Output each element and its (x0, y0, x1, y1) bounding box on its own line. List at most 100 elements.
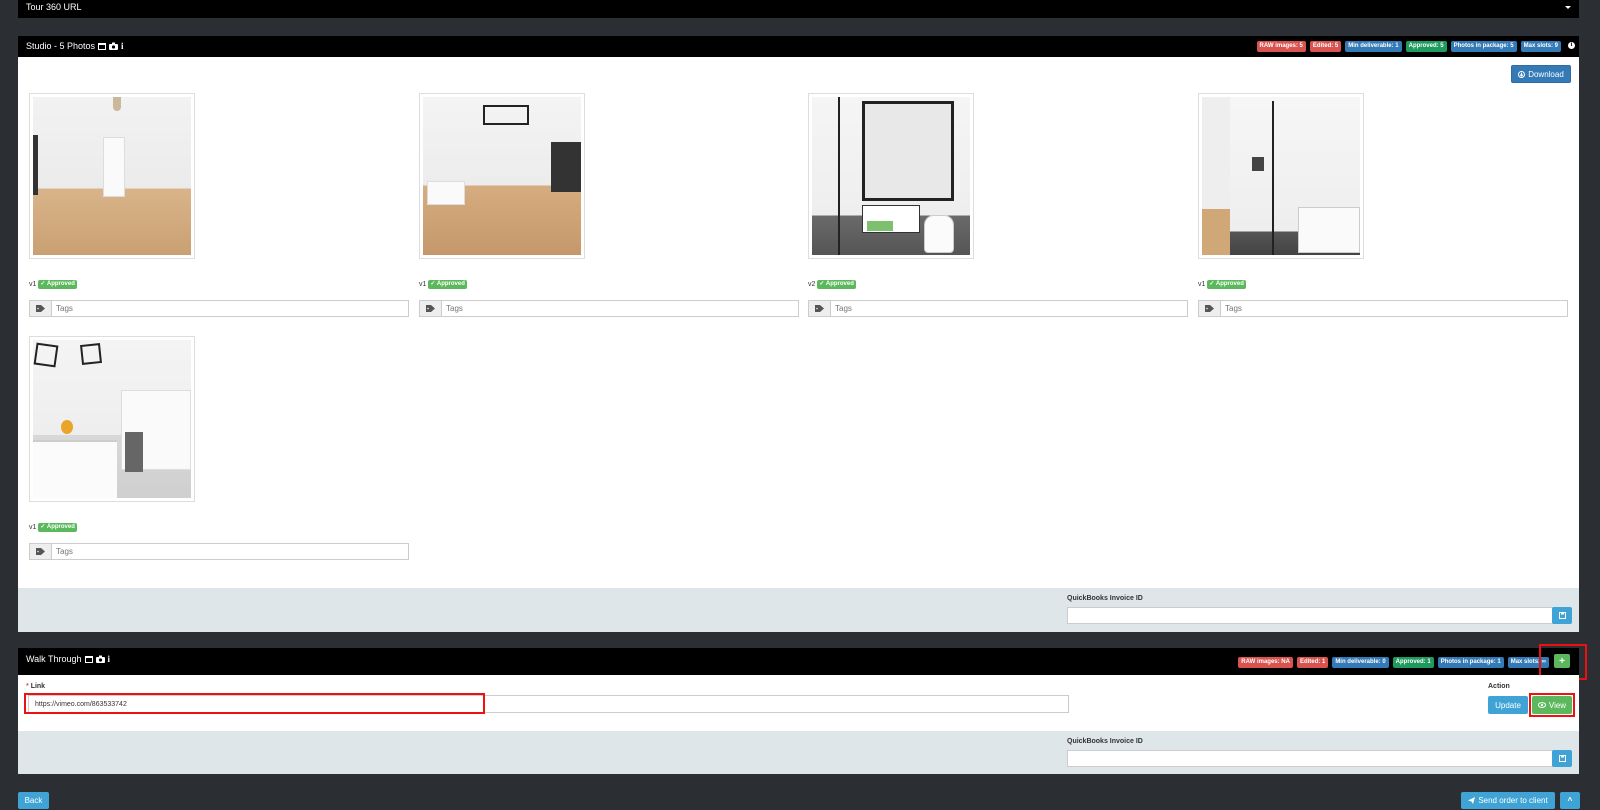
highlight-box-view (1529, 693, 1575, 717)
calendar-icon (98, 43, 107, 50)
calendar-icon (84, 656, 93, 663)
highlight-box-link (24, 693, 485, 714)
camera-icon (95, 655, 105, 663)
action-label: Action (1488, 683, 1510, 690)
info-icon[interactable]: i (121, 36, 124, 56)
download-button[interactable]: Download (1511, 65, 1571, 83)
camera-icon (109, 42, 119, 50)
back-button[interactable]: Back (18, 792, 49, 809)
photo-thumbnail[interactable] (29, 336, 195, 502)
tags-input[interactable] (52, 544, 408, 559)
approved-badge: ✓ Approved (38, 280, 77, 289)
tags-field (29, 300, 409, 317)
photo-version: v1 ✓ Approved (29, 280, 77, 289)
badge-photos-in-package: Photos in package: 5 (1450, 41, 1517, 52)
studio-title: Studio - 5 Photos i (26, 36, 124, 56)
photo-thumbnail[interactable] (419, 93, 585, 259)
approved-text: Approved (825, 281, 854, 287)
badge-raw-images: RAW images: 5 (1256, 41, 1306, 52)
photo-version: v1 ✓ Approved (29, 523, 77, 532)
tags-field (1198, 300, 1568, 317)
version-text: v2 (808, 281, 816, 288)
approved-badge: ✓ Approved (1207, 280, 1246, 289)
approved-badge: ✓ Approved (817, 280, 856, 289)
quickbooks-label: QuickBooks Invoice ID (1067, 738, 1143, 745)
required-mark: * (26, 683, 29, 690)
info-icon[interactable]: i (108, 648, 111, 670)
tag-icon (1199, 301, 1221, 316)
tag-icon (809, 301, 831, 316)
studio-badges: RAW images: 5 Edited: 5 Min deliverable:… (1256, 41, 1561, 52)
photo-thumbnail[interactable] (808, 93, 974, 259)
info-circle-icon[interactable]: i (1568, 42, 1575, 49)
quickbooks-label: QuickBooks Invoice ID (1067, 595, 1143, 602)
tour-360-url-bar[interactable]: Tour 360 URL (18, 0, 1579, 18)
update-label: Update (1495, 700, 1521, 710)
badge-raw-images: RAW images: NA (1238, 657, 1293, 668)
tour-360-url-label: Tour 360 URL (26, 2, 82, 12)
studio-panel: Download v1✓ Approved v1✓ Approved (18, 57, 1579, 632)
tour-360-url-title: Tour 360 URL (26, 0, 82, 14)
tag-icon (30, 544, 52, 559)
walkthrough-quickbooks-section: QuickBooks Invoice ID (18, 731, 1579, 774)
tags-input[interactable] (1221, 301, 1567, 316)
back-label: Back (24, 796, 43, 805)
photo-thumbnail[interactable] (29, 93, 195, 259)
photo-version: v2 ✓ Approved (808, 280, 856, 289)
scroll-top-button[interactable]: ^ (1560, 792, 1580, 809)
caret-down-icon[interactable] (1565, 6, 1571, 9)
version-text: v1 (29, 524, 37, 531)
version-text: v1 (419, 281, 427, 288)
approved-text: Approved (46, 524, 75, 530)
tags-input[interactable] (442, 301, 798, 316)
badge-edited: Edited: 5 (1309, 41, 1342, 52)
studio-quickbooks-section: QuickBooks Invoice ID (18, 588, 1579, 632)
tags-field (419, 300, 799, 317)
save-icon (1558, 612, 1566, 619)
photo-thumbnail[interactable] (1198, 93, 1364, 259)
send-icon (1468, 797, 1476, 804)
badge-max-slots: Max slots: 9 (1520, 41, 1561, 52)
quickbooks-invoice-input[interactable] (1067, 607, 1569, 624)
badge-photos-in-package: Photos in package: 1 (1437, 657, 1504, 668)
download-label: Download (1528, 69, 1564, 79)
version-text: v1 (29, 281, 37, 288)
badge-approved: Approved: 1 (1392, 657, 1434, 668)
tag-icon (420, 301, 442, 316)
badge-approved: Approved: 5 (1405, 41, 1447, 52)
tags-field (29, 543, 409, 560)
studio-title-text: Studio - 5 Photos (26, 41, 96, 51)
approved-text: Approved (46, 281, 75, 287)
approved-text: Approved (1215, 281, 1244, 287)
send-order-button[interactable]: Send order to client (1461, 792, 1555, 809)
tags-input[interactable] (52, 301, 408, 316)
chevron-up-icon: ^ (1567, 796, 1573, 805)
studio-header: Studio - 5 Photos i RAW images: 5 Edited… (18, 36, 1579, 57)
send-order-label: Send order to client (1478, 796, 1548, 805)
walkthrough-panel: * Link https://vimeo.com/863533742 Actio… (18, 675, 1579, 774)
walkthrough-title: Walk Through i (26, 648, 110, 670)
quickbooks-invoice-input[interactable] (1067, 750, 1569, 767)
walkthrough-header: Walk Through i RAW images: NA Edited: 1 … (18, 648, 1579, 675)
update-button[interactable]: Update (1488, 696, 1528, 714)
approved-badge: ✓ Approved (38, 523, 77, 532)
tags-input[interactable] (831, 301, 1187, 316)
badge-edited: Edited: 1 (1296, 657, 1329, 668)
tag-icon (30, 301, 52, 316)
photo-version: v1 ✓ Approved (419, 280, 467, 289)
link-label-text: Link (30, 683, 46, 690)
save-icon (1558, 755, 1566, 762)
photo-version: v1 ✓ Approved (1198, 280, 1246, 289)
approved-text: Approved (436, 281, 465, 287)
walkthrough-title-text: Walk Through (26, 654, 82, 664)
badge-min-deliverable: Min deliverable: 0 (1332, 657, 1389, 668)
approved-badge: ✓ Approved (428, 280, 467, 289)
version-text: v1 (1198, 281, 1206, 288)
tags-field (808, 300, 1188, 317)
walkthrough-badges: RAW images: NA Edited: 1 Min deliverable… (1238, 657, 1549, 668)
save-quickbooks-button[interactable] (1552, 750, 1572, 767)
save-quickbooks-button[interactable] (1552, 607, 1572, 624)
badge-min-deliverable: Min deliverable: 1 (1345, 41, 1402, 52)
link-label: * Link (26, 683, 45, 690)
download-icon (1518, 70, 1526, 78)
